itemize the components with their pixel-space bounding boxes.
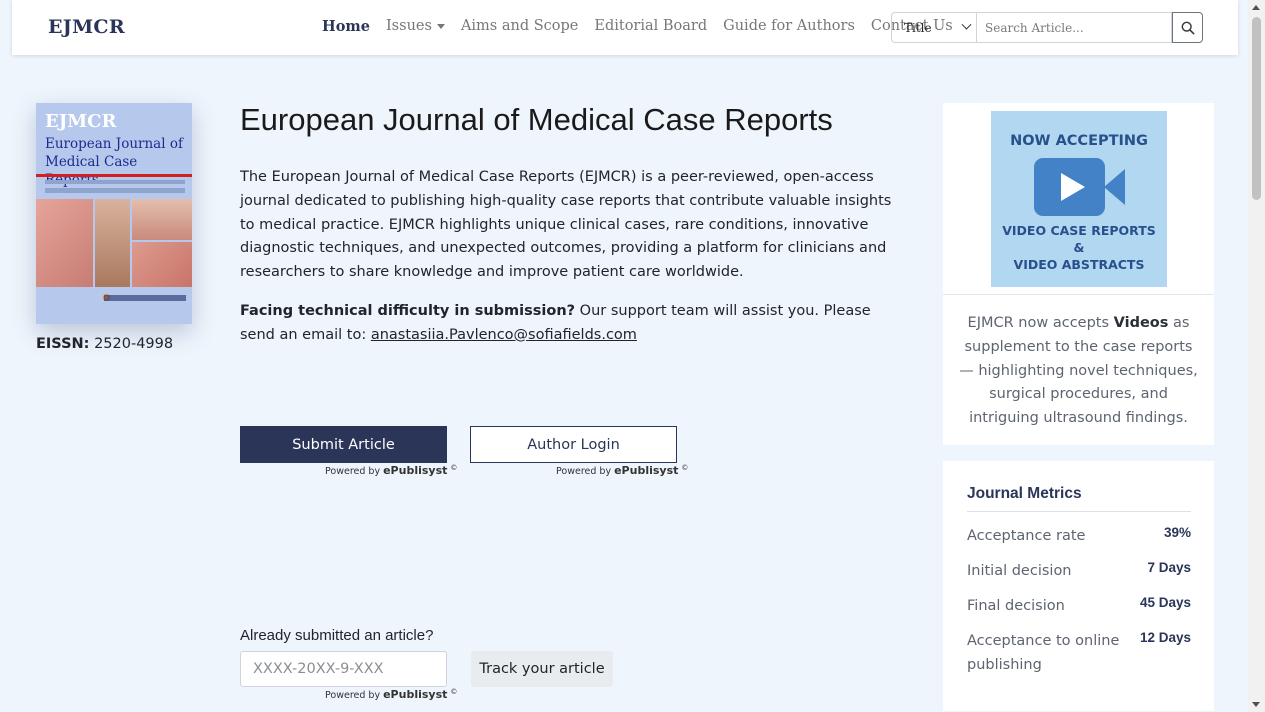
support-heading: Facing technical difficulty in submissio… (240, 303, 576, 319)
banner-line-3: VIDEO ABSTRACTS (1013, 257, 1145, 272)
scroll-down-arrow-icon[interactable] (1252, 702, 1260, 707)
nav-home[interactable]: Home (322, 18, 370, 35)
cover-red-line (36, 174, 192, 177)
cover-subtitle-strip (45, 180, 185, 184)
journal-cover-image: EJMCR European Journal of Medical Case R… (36, 103, 192, 324)
scrollbar-thumb[interactable] (1252, 17, 1261, 200)
search-button[interactable] (1172, 12, 1203, 43)
metric-value: 39% (1163, 525, 1191, 540)
card-divider (943, 294, 1214, 295)
banner-heading: NOW ACCEPTING (1010, 133, 1148, 149)
metric-label: Acceptance to online publishing (967, 633, 1120, 673)
metric-value: 45 Days (1139, 595, 1191, 610)
track-article-button[interactable]: Track your article (471, 651, 613, 687)
powered-by-submit: Powered by ePublisyst © (325, 464, 457, 477)
eissn: EISSN: 2520-4998 (36, 336, 173, 352)
powered-by-track: Powered by ePublisyst © (325, 688, 457, 701)
powered-brand: ePublisyst (383, 464, 448, 478)
cover-publisher-strip (104, 295, 186, 301)
powered-mark: © (681, 464, 689, 472)
track-question: Already submitted an article? (240, 627, 434, 644)
nav-guide-authors[interactable]: Guide for Authors (723, 18, 855, 35)
journal-description: The European Journal of Medical Case Rep… (240, 169, 892, 281)
banner-subheading: VIDEO CASE REPORTS & VIDEO ABSTRACTS (991, 222, 1167, 273)
track-article-input[interactable]: XXXX-20XX-9-XXX (240, 651, 447, 687)
search-type-select[interactable]: Title (891, 12, 977, 43)
cover-meta-strip (45, 188, 185, 193)
video-banner[interactable]: NOW ACCEPTING VIDEO CASE REPORTS & VIDEO… (991, 111, 1167, 287)
chevron-down-icon (961, 19, 972, 30)
powered-brand: ePublisyst (614, 464, 679, 478)
powered-prefix: Powered by (325, 466, 384, 478)
nav-issues[interactable]: Issues (386, 18, 445, 35)
eissn-value: 2520-4998 (94, 336, 174, 352)
cover-photo-4 (132, 242, 192, 287)
page-title: European Journal of Medical Case Reports (240, 102, 833, 137)
author-login-button[interactable]: Author Login (470, 426, 677, 463)
nav-aims-scope[interactable]: Aims and Scope (461, 18, 578, 35)
nav-issues-label: Issues (385, 18, 432, 34)
video-camera-lens (1104, 169, 1125, 205)
banner-line-2: & (1073, 240, 1085, 255)
video-submission-card: NOW ACCEPTING VIDEO CASE REPORTS & VIDEO… (943, 103, 1214, 445)
metric-label: Final decision (967, 598, 1065, 614)
play-icon (1061, 173, 1085, 201)
powered-mark: © (450, 464, 458, 472)
brand-logo[interactable]: EJMCR (48, 16, 125, 38)
metric-value: 7 Days (1147, 560, 1191, 575)
cover-photo-2 (95, 199, 130, 287)
video-info-text: EJMCR now accepts Videos as supplement t… (955, 312, 1202, 431)
search-bar: Title Search Article... (891, 12, 1203, 43)
nav-editorial-board[interactable]: Editorial Board (594, 18, 707, 35)
powered-prefix: Powered by (556, 466, 615, 478)
metrics-divider (967, 511, 1191, 512)
cover-abbr: EJMCR (45, 111, 117, 132)
powered-by-login: Powered by ePublisyst © (556, 464, 688, 477)
powered-mark: © (450, 688, 458, 696)
eissn-label: EISSN: (36, 336, 90, 352)
video-text-pre: EJMCR now accepts (967, 315, 1114, 331)
search-input[interactable]: Search Article... (977, 12, 1172, 43)
metric-value: 12 Days (1139, 630, 1191, 645)
caret-down-icon (436, 23, 445, 29)
search-icon (1181, 21, 1195, 35)
support-email-link[interactable]: anastasiia.Pavlenco@sofiafields.com (371, 327, 637, 343)
cover-photo-1 (36, 199, 93, 287)
cover-photo-3 (132, 199, 192, 240)
video-text-post: as supplement to the case reports — high… (959, 315, 1198, 427)
banner-line-1: VIDEO CASE REPORTS (1002, 223, 1156, 238)
powered-brand: ePublisyst (383, 688, 448, 702)
submit-article-button[interactable]: Submit Article (240, 426, 447, 463)
video-text-bold: Videos (1113, 315, 1169, 331)
support-note: Facing technical difficulty in submissio… (240, 300, 910, 348)
search-type-value: Title (904, 20, 932, 35)
journal-metrics-card: Journal Metrics Acceptance rate 39% Init… (943, 461, 1214, 711)
top-navbar: EJMCR Home Issues Aims and Scope Editori… (12, 0, 1238, 55)
powered-prefix: Powered by (325, 690, 384, 702)
metric-label: Acceptance rate (967, 528, 1086, 544)
main-nav: Home Issues Aims and Scope Editorial Boa… (322, 18, 953, 35)
metrics-title: Journal Metrics (967, 485, 1082, 502)
metric-label: Initial decision (967, 563, 1072, 579)
scroll-up-arrow-icon[interactable] (1252, 5, 1260, 10)
page-scrollbar[interactable] (1248, 0, 1265, 712)
